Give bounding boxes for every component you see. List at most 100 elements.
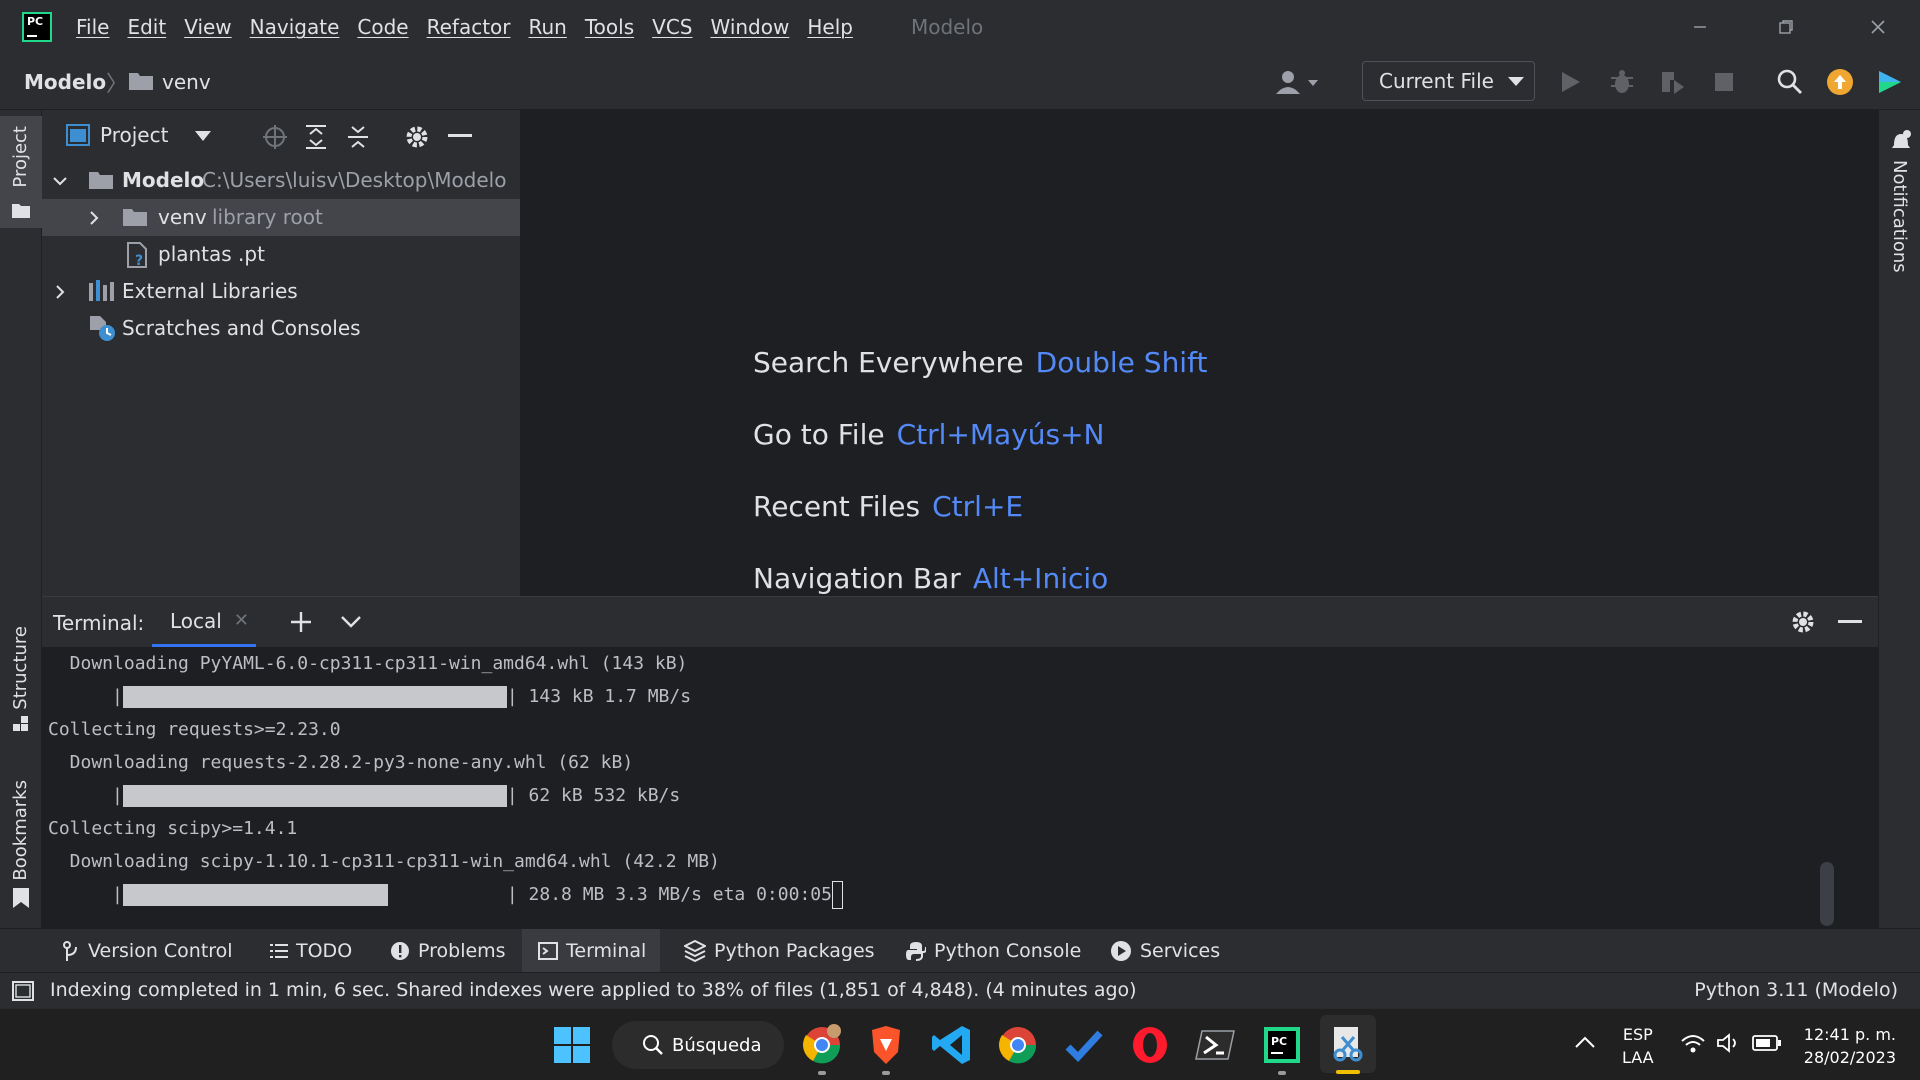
- close-icon: [1871, 20, 1885, 34]
- menu-view[interactable]: View: [184, 15, 231, 39]
- menu-refactor[interactable]: Refactor: [427, 15, 511, 39]
- tab-services[interactable]: Services: [1110, 929, 1220, 973]
- wifi-icon[interactable]: [1680, 1033, 1706, 1053]
- tree-label-plantas: plantas .pt: [158, 242, 265, 266]
- menu-run[interactable]: Run: [529, 15, 567, 39]
- menu-help[interactable]: Help: [807, 15, 853, 39]
- vscode-icon[interactable]: [930, 1023, 974, 1067]
- terminal-tab-local[interactable]: Local ✕: [152, 597, 256, 647]
- search-icon[interactable]: [1776, 68, 1804, 96]
- run-configuration-selector[interactable]: Current File: [1362, 61, 1535, 101]
- tree-row-venv[interactable]: venv library root: [42, 199, 520, 236]
- bookmarks-stripe-tab[interactable]: Bookmarks: [0, 780, 42, 920]
- locate-icon[interactable]: [262, 124, 288, 150]
- code-with-me-icon[interactable]: [1876, 68, 1904, 96]
- hint-shortcut[interactable]: Ctrl+E: [932, 490, 1023, 523]
- gear-icon[interactable]: [1790, 609, 1816, 635]
- breadcrumb-project[interactable]: Modelo: [24, 70, 106, 94]
- gear-icon[interactable]: [404, 124, 430, 150]
- keyboard-layout: LAA: [1622, 1048, 1654, 1067]
- tree-row-scratches[interactable]: Scratches and Consoles: [42, 310, 520, 347]
- run-icon[interactable]: [1556, 68, 1584, 96]
- hint-shortcut[interactable]: Double Shift: [1036, 346, 1208, 379]
- chrome-profile-icon[interactable]: [800, 1023, 844, 1067]
- restore-button[interactable]: [1758, 0, 1814, 54]
- debug-icon[interactable]: [1608, 68, 1636, 96]
- menu-window[interactable]: Window: [710, 15, 789, 39]
- battery-icon[interactable]: [1752, 1035, 1782, 1051]
- pycharm-icon[interactable]: PC: [1260, 1023, 1304, 1067]
- volume-icon[interactable]: [1716, 1033, 1742, 1053]
- todo-check-icon[interactable]: [1062, 1023, 1106, 1067]
- brave-icon[interactable]: [864, 1023, 908, 1067]
- chevron-down-icon[interactable]: [194, 130, 212, 142]
- close-window-button[interactable]: [1850, 0, 1906, 54]
- terminal-output[interactable]: Downloading PyYAML-6.0-cp311-cp311-win_a…: [42, 647, 1878, 929]
- hint-shortcut[interactable]: Ctrl+Mayús+N: [897, 418, 1105, 451]
- hide-panel-icon[interactable]: [448, 134, 472, 138]
- chevron-down-icon[interactable]: [340, 615, 362, 629]
- collapse-all-icon[interactable]: [346, 124, 370, 150]
- python-interpreter-selector[interactable]: Python 3.11 (Modelo): [1694, 979, 1898, 1001]
- breadcrumb-folder[interactable]: venv: [162, 70, 211, 94]
- run-with-coverage-icon[interactable]: [1658, 68, 1686, 96]
- project-stripe-tab[interactable]: Project: [0, 116, 42, 228]
- structure-stripe-tab[interactable]: Structure: [0, 626, 42, 736]
- windows-start-icon[interactable]: [550, 1023, 594, 1067]
- powershell-icon[interactable]: [1194, 1023, 1238, 1067]
- hint-navigation-bar: Navigation Bar Alt+Inicio: [753, 562, 1108, 595]
- tab-python-packages[interactable]: Python Packages: [684, 929, 875, 973]
- services-icon: [1111, 941, 1131, 961]
- minimize-button[interactable]: [1672, 0, 1728, 54]
- menu-file[interactable]: File: [76, 15, 109, 39]
- notifications-stripe-tab[interactable]: Notifications: [1879, 130, 1920, 290]
- toggle-tool-windows-icon[interactable]: [12, 981, 34, 1001]
- chevron-right-icon[interactable]: [52, 284, 68, 300]
- snipping-tool-icon[interactable]: [1326, 1023, 1370, 1067]
- pycharm-logo-icon[interactable]: PC: [22, 12, 52, 42]
- stop-icon[interactable]: [1710, 68, 1738, 96]
- structure-icon: [13, 716, 28, 731]
- clock-time: 12:41 p. m.: [1803, 1025, 1896, 1044]
- tree-hint-path: C:\Users\luisv\Desktop\Modelo: [202, 168, 507, 192]
- run-configuration-label: Current File: [1379, 69, 1494, 93]
- list-icon: [270, 944, 288, 958]
- account-icon[interactable]: [1276, 70, 1320, 94]
- tree-row-plantas[interactable]: ? plantas .pt: [42, 236, 520, 273]
- tab-todo[interactable]: TODO: [270, 929, 352, 973]
- menu-tools[interactable]: Tools: [585, 15, 634, 39]
- tree-row-modelo[interactable]: Modelo C:\Users\luisv\Desktop\Modelo: [42, 162, 520, 199]
- chevron-up-icon[interactable]: [1574, 1035, 1596, 1049]
- update-icon[interactable]: [1826, 68, 1854, 96]
- project-panel-title[interactable]: Project: [100, 123, 168, 147]
- expand-all-icon[interactable]: [304, 124, 328, 150]
- chevron-right-icon[interactable]: [86, 210, 102, 226]
- tab-python-console[interactable]: Python Console: [906, 929, 1081, 973]
- running-indicator: [882, 1071, 890, 1075]
- menu-navigate[interactable]: Navigate: [250, 15, 340, 39]
- chevron-down-icon[interactable]: [52, 173, 68, 189]
- taskbar-search[interactable]: Búsqueda: [612, 1021, 784, 1069]
- terminal-scrollbar[interactable]: [1820, 862, 1834, 926]
- hint-shortcut[interactable]: Alt+Inicio: [973, 562, 1108, 595]
- tree-row-external-libraries[interactable]: External Libraries: [42, 273, 520, 310]
- opera-icon[interactable]: [1128, 1023, 1172, 1067]
- add-terminal-icon[interactable]: [290, 611, 312, 633]
- system-clock[interactable]: 12:41 p. m. 28/02/2023: [1800, 1023, 1896, 1069]
- menu-code[interactable]: Code: [357, 15, 408, 39]
- input-language-indicator[interactable]: ESP LAA: [1622, 1023, 1654, 1069]
- chrome-icon[interactable]: [996, 1023, 1040, 1067]
- tab-problems[interactable]: Problems: [390, 929, 506, 973]
- tab-terminal[interactable]: Terminal: [522, 929, 660, 973]
- menu-edit[interactable]: Edit: [127, 15, 166, 39]
- folder-icon: [123, 209, 147, 226]
- close-icon[interactable]: ✕: [234, 610, 249, 631]
- hint-action: Go to File: [753, 418, 885, 451]
- window-title: Modelo: [910, 15, 984, 39]
- hide-panel-icon[interactable]: [1838, 620, 1862, 624]
- tab-version-control[interactable]: Version Control: [62, 929, 233, 973]
- terminal-tool-window: Terminal: Local ✕ Downloading PyYAML-6.0…: [42, 596, 1878, 928]
- menu-vcs[interactable]: VCS: [652, 15, 692, 39]
- status-message[interactable]: Indexing completed in 1 min, 6 sec. Shar…: [50, 979, 1137, 1001]
- packages-icon: [684, 940, 706, 962]
